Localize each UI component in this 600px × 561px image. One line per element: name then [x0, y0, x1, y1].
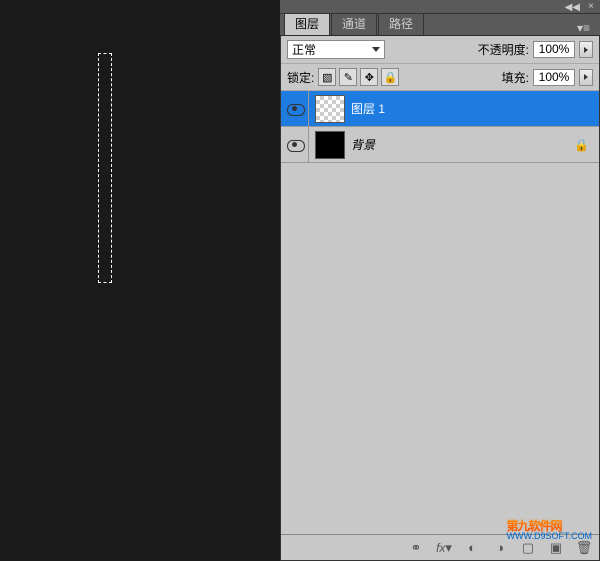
- blend-mode-select[interactable]: 正常: [287, 40, 385, 59]
- visibility-toggle[interactable]: [281, 127, 309, 162]
- lock-buttons: ▧ ✎ ✥ 🔒: [318, 68, 399, 86]
- marquee-selection: [98, 53, 112, 283]
- trash-icon[interactable]: 🗑: [575, 539, 593, 557]
- blend-mode-value: 正常: [292, 41, 316, 58]
- layer-thumbnail[interactable]: [315, 95, 345, 123]
- lock-fill-row: 锁定: ▧ ✎ ✥ 🔒 填充: 100%: [281, 64, 599, 91]
- layer-name[interactable]: 图层 1: [351, 100, 599, 117]
- link-layers-icon[interactable]: ⚭: [407, 539, 425, 557]
- visibility-toggle[interactable]: [281, 91, 309, 126]
- blend-opacity-row: 正常 不透明度: 100%: [281, 36, 599, 64]
- panel-menu-icon[interactable]: ▾≡: [573, 21, 594, 35]
- triangle-right-icon: [584, 47, 588, 53]
- opacity-label: 不透明度:: [478, 41, 529, 58]
- layers-panel: ◀◀ × 图层 通道 路径 ▾≡ 正常 不透明度: 100% 锁定: ▧ ✎ ✥: [280, 0, 600, 561]
- eye-icon: [287, 140, 303, 150]
- lock-transparency-icon[interactable]: ▧: [318, 68, 336, 86]
- triangle-right-icon: [584, 74, 588, 80]
- group-icon[interactable]: ▢: [519, 539, 537, 557]
- layer-name[interactable]: 背景: [351, 136, 574, 153]
- opacity-flyout-button[interactable]: [579, 41, 593, 58]
- lock-position-icon[interactable]: ✥: [360, 68, 378, 86]
- adjustment-layer-icon[interactable]: ◑: [491, 539, 509, 557]
- fill-label: 填充:: [502, 69, 529, 86]
- fill-flyout-button[interactable]: [579, 69, 593, 86]
- panel-body: 正常 不透明度: 100% 锁定: ▧ ✎ ✥ 🔒 填充: 100%: [280, 36, 600, 561]
- lock-icon: 🔒: [574, 138, 589, 152]
- layer-row[interactable]: 背景 🔒: [281, 127, 599, 163]
- panel-tabs: 图层 通道 路径 ▾≡: [280, 14, 600, 36]
- watermark-url: WWW.D9SOFT.COM: [507, 531, 593, 541]
- chevron-down-icon: [372, 47, 380, 52]
- lock-all-icon[interactable]: 🔒: [381, 68, 399, 86]
- layer-mask-icon[interactable]: ◐: [463, 539, 481, 557]
- watermark: 第九软件网 WWW.D9SOFT.COM: [507, 514, 593, 541]
- panel-titlebar[interactable]: ◀◀ ×: [280, 0, 600, 14]
- lock-label: 锁定:: [287, 69, 314, 86]
- lock-pixels-icon[interactable]: ✎: [339, 68, 357, 86]
- layer-thumbnail[interactable]: [315, 131, 345, 159]
- layer-row[interactable]: 图层 1: [281, 91, 599, 127]
- fill-input[interactable]: 100%: [533, 69, 575, 86]
- opacity-input[interactable]: 100%: [533, 41, 575, 58]
- layer-list[interactable]: 图层 1 背景 🔒: [281, 91, 599, 534]
- eye-icon: [287, 104, 303, 114]
- tab-channels[interactable]: 通道: [331, 11, 377, 35]
- close-icon[interactable]: ×: [588, 1, 594, 12]
- canvas-area[interactable]: [0, 0, 280, 561]
- tab-layers[interactable]: 图层: [284, 11, 330, 35]
- collapse-icon[interactable]: ◀◀: [565, 2, 580, 13]
- new-layer-icon[interactable]: ▣: [547, 539, 565, 557]
- tab-paths[interactable]: 路径: [378, 11, 424, 35]
- fx-icon[interactable]: fx▾: [435, 539, 453, 557]
